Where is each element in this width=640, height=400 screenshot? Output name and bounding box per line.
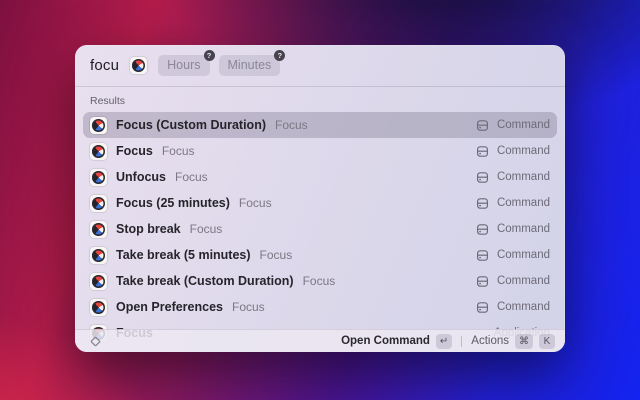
command-type-icon: [476, 275, 489, 288]
return-key-icon: ↵: [436, 334, 452, 349]
focus-glyph-icon: [92, 249, 105, 262]
footer-divider: [461, 336, 462, 347]
result-row[interactable]: Focus Focus Command: [83, 138, 557, 164]
argument-pills: Hours ? Minutes ?: [158, 55, 280, 76]
command-type-icon: [476, 171, 489, 184]
open-command-button[interactable]: Open Command: [341, 335, 430, 347]
optional-badge-icon: ?: [274, 50, 285, 61]
focus-glyph-icon: [92, 145, 105, 158]
argument-hours[interactable]: Hours ?: [158, 55, 209, 76]
result-title: Focus (Custom Duration): [116, 118, 266, 132]
focus-glyph-icon: [92, 223, 105, 236]
result-type-label: Command: [497, 119, 550, 131]
result-type-label: Command: [497, 171, 550, 183]
argument-minutes[interactable]: Minutes ?: [219, 55, 281, 76]
argument-hours-label: Hours: [167, 58, 200, 72]
result-row[interactable]: Focus (Custom Duration) Focus Command: [83, 112, 557, 138]
raycast-logo-icon: [88, 334, 103, 349]
result-type-label: Command: [497, 223, 550, 235]
result-title: Focus: [116, 144, 153, 158]
argument-minutes-label: Minutes: [228, 58, 272, 72]
result-title: Take break (Custom Duration): [116, 274, 294, 288]
command-type-icon: [476, 223, 489, 236]
result-subtitle: Focus: [175, 170, 208, 184]
result-row[interactable]: Stop break Focus Command: [83, 216, 557, 242]
focus-glyph-icon: [92, 275, 105, 288]
command-type-icon: [476, 249, 489, 262]
search-input[interactable]: focu: [90, 57, 119, 74]
focus-glyph-icon: [92, 197, 105, 210]
result-subtitle: Focus: [232, 300, 265, 314]
focus-app-icon: [90, 195, 107, 212]
command-type-icon: [476, 119, 489, 132]
result-type-label: Command: [497, 301, 550, 313]
launcher-window: focu Hours ? Minutes ? Results Focus (Cu…: [75, 45, 565, 352]
focus-glyph-icon: [92, 171, 105, 184]
result-type-label: Command: [497, 197, 550, 209]
results-list: Focus (Custom Duration) Focus Command Fo…: [75, 112, 565, 346]
desktop-wallpaper: focu Hours ? Minutes ? Results Focus (Cu…: [0, 0, 640, 400]
result-title: Stop break: [116, 222, 181, 236]
result-row[interactable]: Take break (5 minutes) Focus Command: [83, 242, 557, 268]
result-subtitle: Focus: [162, 144, 195, 158]
focus-glyph-icon: [92, 119, 105, 132]
command-type-icon: [476, 197, 489, 210]
result-subtitle: Focus: [275, 118, 308, 132]
focus-app-icon: [90, 273, 107, 290]
focus-app-icon: [90, 247, 107, 264]
result-row[interactable]: Take break (Custom Duration) Focus Comma…: [83, 268, 557, 294]
focus-app-icon: [90, 143, 107, 160]
result-row[interactable]: Focus (25 minutes) Focus Command: [83, 190, 557, 216]
focus-glyph-icon: [132, 59, 145, 72]
result-subtitle: Focus: [303, 274, 336, 288]
focus-app-icon: [90, 221, 107, 238]
result-title: Focus (25 minutes): [116, 196, 230, 210]
focus-app-icon: [90, 169, 107, 186]
result-row[interactable]: Open Preferences Focus Command: [83, 294, 557, 320]
result-type-label: Command: [497, 275, 550, 287]
result-subtitle: Focus: [239, 196, 272, 210]
result-type-label: Command: [497, 249, 550, 261]
result-title: Take break (5 minutes): [116, 248, 251, 262]
focus-app-icon: [90, 299, 107, 316]
footer-bar: Open Command ↵ Actions ⌘ K: [75, 329, 565, 352]
focus-app-icon: [90, 117, 107, 134]
command-type-icon: [476, 301, 489, 314]
results-section-header: Results: [75, 87, 565, 112]
search-bar[interactable]: focu Hours ? Minutes ?: [75, 45, 565, 87]
focus-app-icon: [130, 57, 147, 74]
command-type-icon: [476, 145, 489, 158]
k-key-icon: K: [539, 334, 555, 349]
actions-button[interactable]: Actions: [471, 335, 509, 347]
result-subtitle: Focus: [190, 222, 223, 236]
result-title: Open Preferences: [116, 300, 223, 314]
focus-glyph-icon: [92, 301, 105, 314]
result-row[interactable]: Unfocus Focus Command: [83, 164, 557, 190]
result-title: Unfocus: [116, 170, 166, 184]
result-type-label: Command: [497, 145, 550, 157]
optional-badge-icon: ?: [204, 50, 215, 61]
command-key-icon: ⌘: [515, 334, 533, 349]
result-subtitle: Focus: [260, 248, 293, 262]
